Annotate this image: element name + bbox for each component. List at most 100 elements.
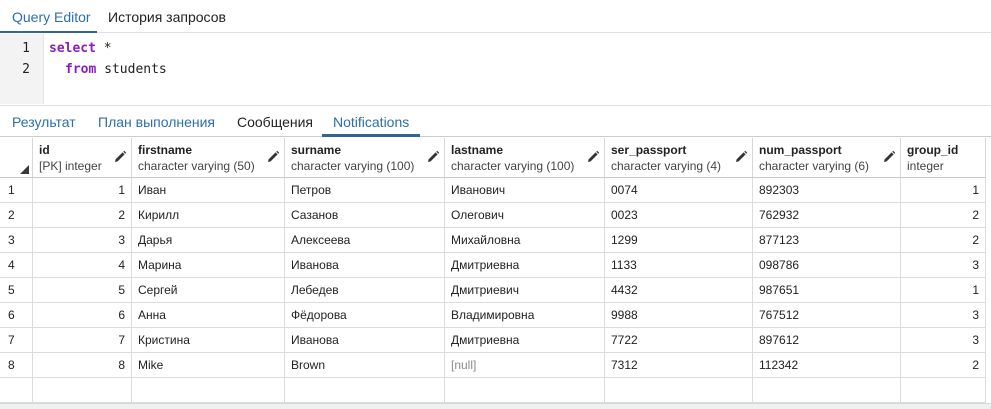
table-cell[interactable]: 1133 xyxy=(605,253,753,278)
table-cell[interactable]: 1299 xyxy=(605,228,753,253)
table-cell[interactable]: 3 xyxy=(33,228,132,253)
table-cell[interactable]: 5 xyxy=(33,278,132,303)
table-cell[interactable]: 3 xyxy=(901,253,986,278)
table-cell[interactable]: 4432 xyxy=(605,278,753,303)
table-row[interactable]: 1 1 Иван Петров Иванович 0074 892303 1 xyxy=(0,178,986,203)
table-row[interactable]: 4 4 Марина Иванова Дмитриевна 1133 098786 3 xyxy=(0,253,986,278)
table-cell[interactable]: Дарья xyxy=(132,228,285,253)
column-header-num-passport[interactable]: num_passport character varying (6) xyxy=(753,138,901,178)
table-cell[interactable]: 2 xyxy=(901,228,986,253)
pencil-icon[interactable] xyxy=(882,150,896,164)
tab-notifications[interactable]: Notifications xyxy=(333,114,409,130)
table-cell[interactable]: Кирилл xyxy=(132,203,285,228)
row-number[interactable]: 1 xyxy=(0,178,33,203)
table-cell[interactable]: 1 xyxy=(33,178,132,203)
table-cell[interactable]: 098786 xyxy=(753,253,901,278)
table-cell[interactable]: Сергей xyxy=(132,278,285,303)
table-cell[interactable]: 3 xyxy=(901,303,986,328)
table-cell[interactable]: Иванова xyxy=(285,253,445,278)
table-cell[interactable]: 2 xyxy=(901,353,986,378)
table-cell[interactable]: 4 xyxy=(33,253,132,278)
table-cell[interactable]: 877123 xyxy=(753,228,901,253)
table-cell[interactable]: 0074 xyxy=(605,178,753,203)
table-cell[interactable]: 7722 xyxy=(605,328,753,353)
tab-query-history[interactable]: История запросов xyxy=(108,9,226,25)
row-number[interactable]: 2 xyxy=(0,203,33,228)
code-line[interactable]: select * xyxy=(49,41,112,56)
table-cell[interactable] xyxy=(132,378,285,403)
row-number-header[interactable] xyxy=(0,138,33,178)
table-cell[interactable]: Алексеева xyxy=(285,228,445,253)
table-cell[interactable]: Марина xyxy=(132,253,285,278)
code-line[interactable]: from students xyxy=(65,62,167,77)
table-cell[interactable]: 7312 xyxy=(605,353,753,378)
column-header-lastname[interactable]: lastname character varying (100) xyxy=(445,138,605,178)
table-cell[interactable]: 897612 xyxy=(753,328,901,353)
row-number[interactable]: 4 xyxy=(0,253,33,278)
table-cell[interactable]: Лебедев xyxy=(285,278,445,303)
table-cell[interactable]: 1 xyxy=(901,178,986,203)
table-cell[interactable]: Кристина xyxy=(132,328,285,353)
table-cell[interactable]: [null] xyxy=(445,353,605,378)
table-row[interactable]: 2 2 Кирилл Сазанов Олегович 0023 762932 2 xyxy=(0,203,986,228)
table-cell[interactable] xyxy=(605,378,753,403)
tab-messages[interactable]: Сообщения xyxy=(237,114,313,130)
table-row[interactable]: 6 6 Анна Фёдорова Владимировна 9988 767512 3 xyxy=(0,303,986,328)
row-number[interactable]: 3 xyxy=(0,228,33,253)
table-cell[interactable]: 2 xyxy=(33,203,132,228)
tab-result[interactable]: Результат xyxy=(12,114,76,130)
table-row[interactable]: 7 7 Кристина Иванова Дмитриевна 7722 897612 3 xyxy=(0,328,986,353)
table-cell[interactable]: Дмитриевна xyxy=(445,328,605,353)
tab-query-editor[interactable]: Query Editor xyxy=(0,9,97,33)
table-cell[interactable]: 2 xyxy=(901,203,986,228)
table-cell[interactable]: 0023 xyxy=(605,203,753,228)
table-cell[interactable]: 767512 xyxy=(753,303,901,328)
table-cell[interactable]: 7 xyxy=(33,328,132,353)
table-cell[interactable]: Иванова xyxy=(285,328,445,353)
table-cell[interactable]: Олегович xyxy=(445,203,605,228)
pencil-icon[interactable] xyxy=(113,150,127,164)
table-cell[interactable]: 3 xyxy=(901,328,986,353)
table-row[interactable]: 8 8 Mike Brown [null] 7312 112342 2 xyxy=(0,353,986,378)
table-cell[interactable] xyxy=(445,378,605,403)
pencil-icon[interactable] xyxy=(734,150,748,164)
table-cell[interactable]: 9988 xyxy=(605,303,753,328)
column-header-surname[interactable]: surname character varying (100) xyxy=(285,138,445,178)
table-cell[interactable]: 1 xyxy=(901,278,986,303)
row-number[interactable]: 6 xyxy=(0,303,33,328)
table-cell[interactable]: 6 xyxy=(33,303,132,328)
table-cell[interactable]: Михайловна xyxy=(445,228,605,253)
empty-table-row[interactable] xyxy=(0,378,986,403)
table-cell[interactable]: 987651 xyxy=(753,278,901,303)
table-cell[interactable]: Сазанов xyxy=(285,203,445,228)
table-row[interactable]: 5 5 Сергей Лебедев Дмитриевич 4432 987651 1 xyxy=(0,278,986,303)
table-cell[interactable]: 8 xyxy=(33,353,132,378)
table-cell[interactable]: 112342 xyxy=(753,353,901,378)
row-number[interactable]: 7 xyxy=(0,328,33,353)
table-cell[interactable] xyxy=(285,378,445,403)
column-header-ser-passport[interactable]: ser_passport character varying (4) xyxy=(605,138,753,178)
table-row[interactable]: 3 3 Дарья Алексеева Михайловна 1299 877123 2 xyxy=(0,228,986,253)
column-header-firstname[interactable]: firstname character varying (50) xyxy=(132,138,285,178)
table-cell[interactable]: Петров xyxy=(285,178,445,203)
table-cell[interactable]: Mike xyxy=(132,353,285,378)
table-cell[interactable]: Фёдорова xyxy=(285,303,445,328)
table-cell[interactable] xyxy=(901,378,986,403)
tab-explain-plan[interactable]: План выполнения xyxy=(98,114,215,130)
row-number[interactable]: 8 xyxy=(0,353,33,378)
table-cell[interactable] xyxy=(33,378,132,403)
column-header-id[interactable]: id [PK] integer xyxy=(33,138,132,178)
table-cell[interactable] xyxy=(753,378,901,403)
row-number[interactable]: 5 xyxy=(0,278,33,303)
table-cell[interactable]: Иван xyxy=(132,178,285,203)
pencil-icon[interactable] xyxy=(266,150,280,164)
table-cell[interactable]: Дмитриевна xyxy=(445,253,605,278)
table-cell[interactable]: Иванович xyxy=(445,178,605,203)
row-number[interactable] xyxy=(0,378,33,403)
table-cell[interactable]: Владимировна xyxy=(445,303,605,328)
table-cell[interactable]: 892303 xyxy=(753,178,901,203)
column-header-group-id[interactable]: group_id integer xyxy=(901,138,986,178)
pencil-icon[interactable] xyxy=(586,150,600,164)
table-cell[interactable]: Анна xyxy=(132,303,285,328)
pencil-icon[interactable] xyxy=(426,150,440,164)
